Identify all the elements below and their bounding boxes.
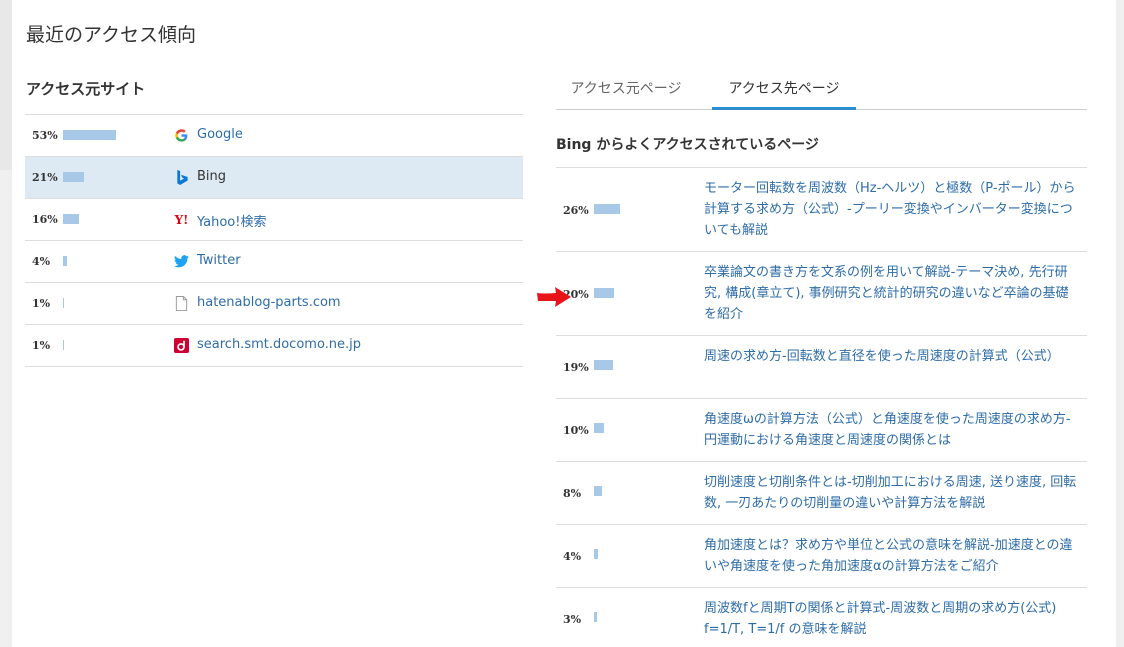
source-row-hatenablog[interactable]: 1% hatenablog-parts.com bbox=[25, 283, 523, 325]
destination-bar bbox=[594, 486, 602, 496]
destination-link[interactable]: 切削速度と切削条件とは-切削加工における周速, 送り速度, 回転数, 一刃あたり… bbox=[704, 472, 1079, 514]
sources-heading: アクセス元サイト bbox=[26, 80, 146, 98]
destination-bar bbox=[594, 423, 604, 433]
page-icon bbox=[174, 296, 189, 311]
destination-row[interactable]: 20% 卒業論文の書き方を文系の例を用いて解説-テーマ決め, 先行研究, 構成(… bbox=[556, 252, 1087, 336]
source-link[interactable]: search.smt.docomo.ne.jp bbox=[197, 337, 361, 352]
destination-link[interactable]: 卒業論文の書き方を文系の例を用いて解説-テーマ決め, 先行研究, 構成(章立て)… bbox=[704, 262, 1079, 325]
source-link[interactable]: Bing bbox=[197, 169, 226, 184]
sources-list: 53% Google 21% Bing 16% Y! Yahoo!検索 4% T… bbox=[25, 114, 523, 367]
source-percent: 21% bbox=[32, 171, 58, 184]
source-link[interactable]: Twitter bbox=[197, 253, 241, 268]
destination-percent: 10% bbox=[563, 424, 589, 437]
bing-icon bbox=[174, 170, 189, 185]
destination-link[interactable]: 角加速度とは？求め方や単位と公式の意味を解説-加速度との違いや角速度を使った角加… bbox=[704, 535, 1079, 577]
destination-percent: 26% bbox=[563, 204, 589, 217]
source-percent: 4% bbox=[32, 255, 51, 268]
destinations-heading: Bing からよくアクセスされているページ bbox=[556, 137, 819, 153]
source-bar bbox=[63, 172, 84, 182]
tab-destination-pages[interactable]: アクセス先ページ bbox=[712, 70, 856, 110]
destination-row[interactable]: 8% 切削速度と切削条件とは-切削加工における周速, 送り速度, 回転数, 一刃… bbox=[556, 462, 1087, 525]
destination-link[interactable]: 角速度ωの計算方法（公式）と角速度を使った周速度の求め方-円運動における角速度と… bbox=[704, 409, 1079, 451]
right-strip bbox=[1116, 0, 1124, 647]
source-bar bbox=[63, 340, 64, 350]
source-percent: 1% bbox=[32, 339, 51, 352]
google-icon bbox=[174, 128, 189, 143]
destination-link[interactable]: 周速の求め方-回転数と直径を使った周速度の計算式（公式） bbox=[704, 346, 1079, 367]
red-arrow-icon bbox=[537, 287, 571, 307]
twitter-icon bbox=[174, 254, 189, 269]
destination-link[interactable]: 周波数fと周期Tの関係と計算式-周波数と周期の求め方(公式) f=1/T, T=… bbox=[704, 598, 1079, 640]
source-row-google[interactable]: 53% Google bbox=[25, 115, 523, 157]
destination-bar bbox=[594, 288, 614, 298]
destination-bar bbox=[594, 612, 597, 622]
tab-source-pages[interactable]: アクセス元ページ bbox=[556, 70, 696, 110]
left-strip bbox=[0, 0, 12, 170]
source-percent: 16% bbox=[32, 213, 58, 226]
page-tabs: アクセス元ページ アクセス先ページ bbox=[556, 70, 1087, 110]
source-link[interactable]: hatenablog-parts.com bbox=[197, 295, 341, 310]
destination-row[interactable]: 10% 角速度ωの計算方法（公式）と角速度を使った周速度の求め方-円運動における… bbox=[556, 399, 1087, 462]
yahoo-icon: Y! bbox=[174, 212, 189, 227]
source-bar bbox=[63, 256, 67, 266]
destination-percent: 19% bbox=[563, 361, 589, 374]
source-percent: 1% bbox=[32, 297, 51, 310]
destination-percent: 8% bbox=[563, 487, 582, 500]
source-percent: 53% bbox=[32, 129, 58, 142]
destination-bar bbox=[594, 360, 613, 370]
source-bar bbox=[63, 130, 116, 140]
source-bar bbox=[63, 298, 64, 308]
destination-bar bbox=[594, 549, 598, 559]
destination-percent: 4% bbox=[563, 550, 582, 563]
destination-row[interactable]: 26% モーター回転数を周波数（Hz-ヘルツ）と極数（P-ポール）から計算する求… bbox=[556, 168, 1087, 252]
destination-row[interactable]: 4% 角加速度とは？求め方や単位と公式の意味を解説-加速度との違いや角速度を使っ… bbox=[556, 525, 1087, 588]
destination-percent: 3% bbox=[563, 613, 582, 626]
destinations-list: 26% モーター回転数を周波数（Hz-ヘルツ）と極数（P-ポール）から計算する求… bbox=[556, 167, 1087, 647]
source-row-bing[interactable]: 21% Bing bbox=[25, 157, 523, 199]
page-title: 最近のアクセス傾向 bbox=[26, 24, 197, 46]
destination-row[interactable]: 19% 周速の求め方-回転数と直径を使った周速度の計算式（公式） bbox=[556, 336, 1087, 399]
destination-row[interactable]: 3% 周波数fと周期Tの関係と計算式-周波数と周期の求め方(公式) f=1/T,… bbox=[556, 588, 1087, 647]
source-row-yahoo[interactable]: 16% Y! Yahoo!検索 bbox=[25, 199, 523, 241]
source-row-docomo[interactable]: 1% search.smt.docomo.ne.jp bbox=[25, 325, 523, 367]
source-row-twitter[interactable]: 4% Twitter bbox=[25, 241, 523, 283]
docomo-icon bbox=[174, 338, 189, 353]
source-link[interactable]: Google bbox=[197, 127, 243, 142]
destination-link[interactable]: モーター回転数を周波数（Hz-ヘルツ）と極数（P-ポール）から計算する求め方（公… bbox=[704, 178, 1079, 241]
source-bar bbox=[63, 214, 79, 224]
destination-bar bbox=[594, 204, 620, 214]
source-link[interactable]: Yahoo!検索 bbox=[197, 211, 266, 230]
